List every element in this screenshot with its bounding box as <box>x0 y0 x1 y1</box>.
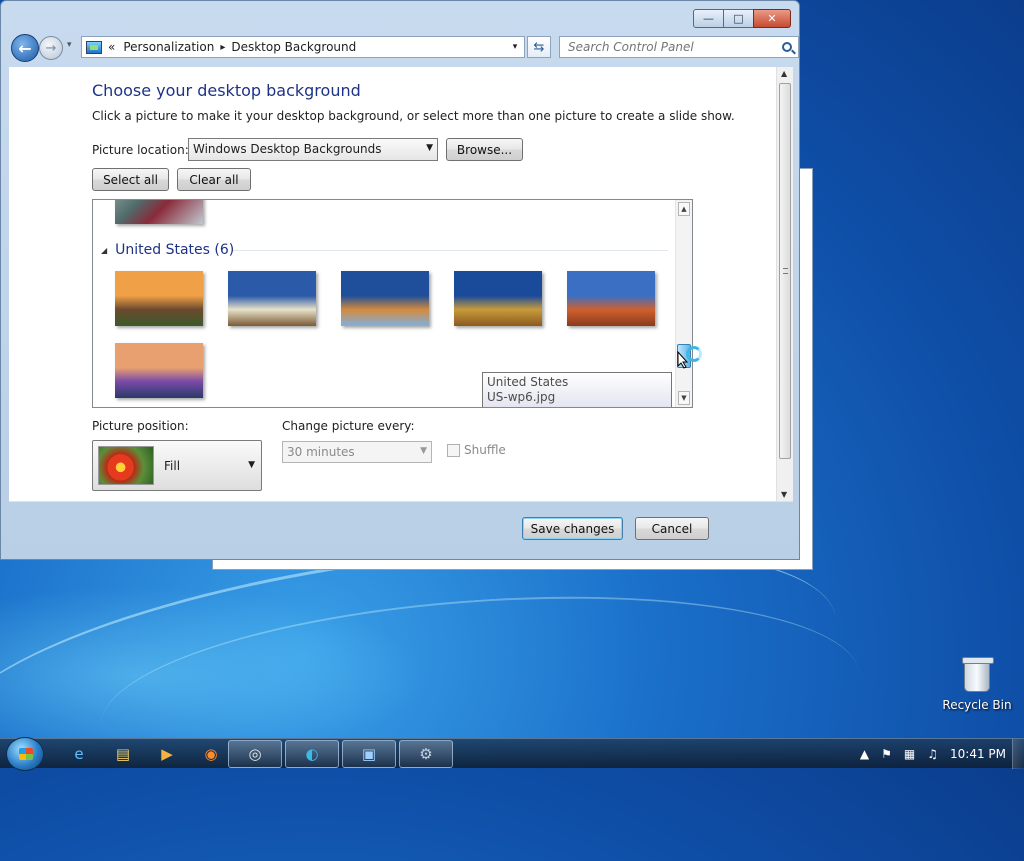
show-desktop-button[interactable] <box>1012 739 1024 769</box>
browse-button[interactable]: Browse... <box>446 138 523 161</box>
thumbnail-delicate-arch[interactable] <box>567 271 655 326</box>
change-interval-value: 30 minutes <box>287 445 355 459</box>
picture-location-label: Picture location: <box>92 143 189 157</box>
address-bar[interactable]: « Personalization ▸ Desktop Background ▾ <box>81 36 525 58</box>
edge-icon[interactable]: ◐ <box>285 740 339 768</box>
recycle-bin-icon <box>962 657 994 692</box>
chrome-icon[interactable]: ◎ <box>228 740 282 768</box>
network-icon[interactable]: ⚙ <box>399 740 453 768</box>
close-button[interactable]: ✕ <box>753 9 791 28</box>
page-title: Choose your desktop background <box>92 81 361 100</box>
footer-divider <box>9 501 793 502</box>
minimize-button[interactable]: — <box>693 9 724 28</box>
forward-button[interactable]: → <box>39 36 63 60</box>
back-button[interactable]: ← <box>11 34 39 62</box>
cancel-button[interactable]: Cancel <box>635 517 709 540</box>
thumbnail-sea-rock[interactable] <box>341 271 429 326</box>
group-header-united-states[interactable]: ◢ United States (6) <box>101 242 234 258</box>
breadcrumb-overflow[interactable]: « <box>108 40 115 54</box>
change-picture-label: Change picture every: <box>282 419 415 433</box>
tooltip-category: United States <box>487 375 569 389</box>
search-box[interactable] <box>559 36 799 58</box>
position-preview-image <box>98 446 154 485</box>
chevron-down-icon: ▼ <box>248 460 255 470</box>
shuffle-label: Shuffle <box>464 443 506 457</box>
thumbnail-partial[interactable] <box>115 200 203 224</box>
page-description: Click a picture to make it your desktop … <box>92 109 735 123</box>
clock[interactable]: 10:41 PM <box>950 747 1006 761</box>
scroll-down-arrow-icon[interactable]: ▼ <box>678 391 690 405</box>
tooltip-filename: US-wp6.jpg <box>487 390 556 404</box>
search-icon[interactable] <box>782 42 792 52</box>
breadcrumb-personalization[interactable]: Personalization <box>123 40 214 54</box>
navigation-bar: ← → ▾ « Personalization ▸ Desktop Backgr… <box>9 34 799 62</box>
picture-gallery[interactable]: ◢ United States (6) United States US-wp6… <box>92 199 693 408</box>
thumbnail-tooltip: United States US-wp6.jpg <box>482 372 672 407</box>
network-error-icon[interactable]: ▦ <box>904 747 915 761</box>
refresh-button[interactable]: ⇆ <box>527 36 551 58</box>
chevron-down-icon: ▼ <box>420 446 427 456</box>
busy-spinner-icon <box>686 346 702 362</box>
change-interval-select: 30 minutes ▼ <box>282 441 432 463</box>
maximize-button[interactable]: □ <box>723 9 754 28</box>
system-tray: ▲ ⚑ ▦ ♫ 10:41 PM <box>854 739 1024 769</box>
search-input[interactable] <box>566 39 766 55</box>
shuffle-option: Shuffle <box>447 443 506 457</box>
breadcrumb-desktop-background[interactable]: Desktop Background <box>231 40 356 54</box>
control-panel-icon[interactable]: ▣ <box>342 740 396 768</box>
group-title: United States (6) <box>115 242 235 258</box>
scroll-up-arrow-icon[interactable]: ▲ <box>781 69 787 78</box>
picture-position-value: Fill <box>164 459 181 473</box>
select-all-button[interactable]: Select all <box>92 168 169 191</box>
gallery-scrollbar[interactable]: ▲ ▼ <box>675 200 692 407</box>
collapse-triangle-icon[interactable]: ◢ <box>101 246 107 255</box>
picture-position-label: Picture position: <box>92 419 189 433</box>
picture-position-select[interactable]: Fill ▼ <box>92 440 262 491</box>
control-panel-icon <box>86 40 102 54</box>
thumbnail-sunset-meadow[interactable] <box>115 271 203 326</box>
shuffle-checkbox <box>447 443 460 457</box>
recent-pages-dropdown[interactable]: ▾ <box>67 40 72 50</box>
thumbnail-hay-bale[interactable] <box>454 271 542 326</box>
content-scrollbar[interactable]: ▲ ▼ <box>776 67 793 501</box>
breadcrumb-separator-icon[interactable]: ▸ <box>220 42 225 53</box>
windows-logo-icon <box>19 748 33 760</box>
start-button[interactable] <box>6 737 44 771</box>
picture-location-value: Windows Desktop Backgrounds <box>193 142 382 156</box>
thumbnail-lighthouse[interactable] <box>228 271 316 326</box>
content-pane: Choose your desktop background Click a p… <box>9 67 793 501</box>
picture-location-select[interactable]: Windows Desktop Backgrounds ▼ <box>188 138 438 161</box>
thumbnail-lupine-field[interactable] <box>115 343 203 398</box>
recycle-bin-label: Recycle Bin <box>942 698 1012 712</box>
taskbar: e ▤ ▶ ◉ ◎ ◐ ▣ ⚙ ▲ ⚑ ▦ ♫ 10:41 PM <box>0 737 1024 771</box>
content-scroll-thumb[interactable] <box>779 83 791 459</box>
caption-buttons: — □ ✕ <box>693 9 791 28</box>
tray-expand-icon[interactable]: ▲ <box>860 747 869 761</box>
title-bar[interactable]: — □ ✕ <box>1 1 799 33</box>
clear-all-button[interactable]: Clear all <box>177 168 251 191</box>
grip-icon <box>783 268 788 274</box>
group-divider <box>233 250 668 251</box>
control-panel-window: — □ ✕ ← → ▾ « Personalization ▸ Desktop … <box>0 0 800 560</box>
scroll-down-arrow-icon[interactable]: ▼ <box>781 490 787 499</box>
volume-muted-icon[interactable]: ♫ <box>927 747 938 761</box>
recycle-bin-shortcut[interactable]: Recycle Bin <box>940 657 1014 712</box>
action-center-icon[interactable]: ⚑ <box>881 747 892 761</box>
save-changes-button[interactable]: Save changes <box>522 517 623 540</box>
address-dropdown-icon[interactable]: ▾ <box>506 42 524 52</box>
chevron-down-icon: ▼ <box>426 143 433 153</box>
scroll-up-arrow-icon[interactable]: ▲ <box>678 202 690 216</box>
